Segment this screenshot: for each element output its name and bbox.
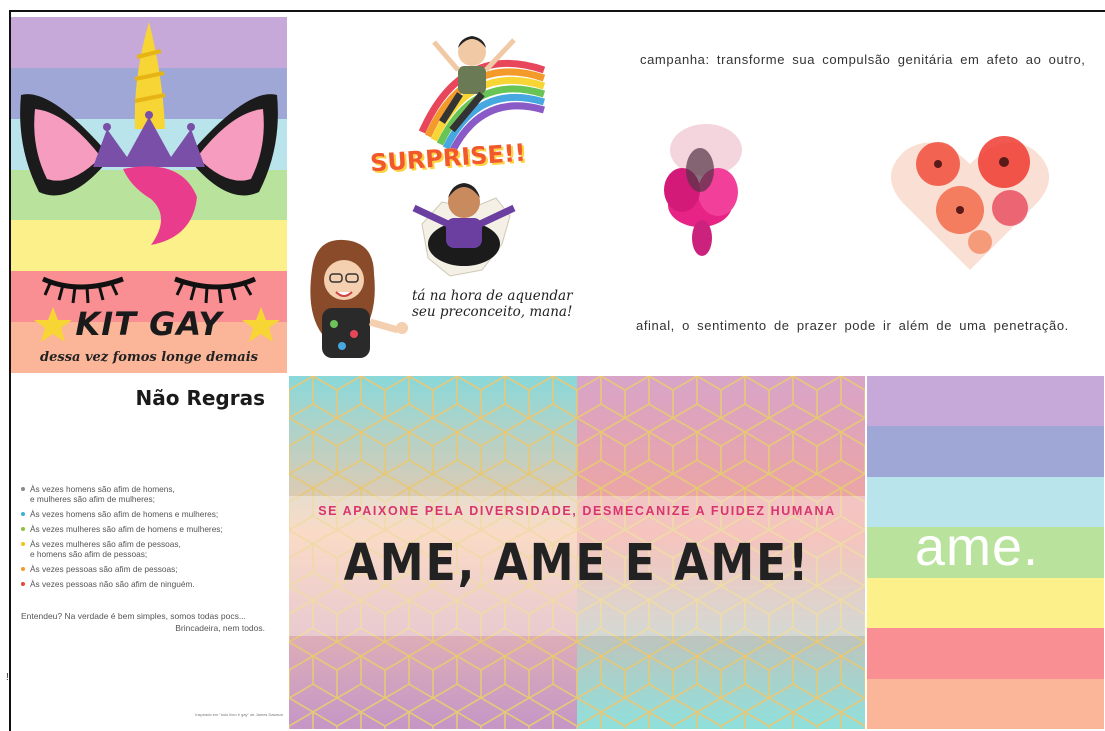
rule-line: Às vezes mulheres são afim de homens e m…	[30, 524, 223, 534]
ending-text-2: Brincadeira, nem todos.	[175, 623, 265, 633]
campaign-text-bottom: afinal, o sentimento de prazer pode ir a…	[636, 318, 1069, 333]
bullet-dot	[21, 542, 25, 546]
bullet-dot	[21, 487, 25, 491]
ame-ame-panel: SE APAIXONE PELA DIVERSIDADE, DESMECANIZ…	[289, 376, 865, 729]
campaign-text-top: campanha: transforme sua compulsão genit…	[640, 52, 1086, 67]
list-item: Às vezes homens são afim de homens e mul…	[21, 509, 281, 519]
bullet-dot	[21, 567, 25, 571]
caption-line-2: seu preconceito, mana!	[412, 304, 573, 320]
rules-list: Às vezes homens são afim de homens, e mul…	[21, 484, 281, 594]
nao-regras-panel: Não Regras Às vezes homens são afim de h…	[11, 376, 287, 729]
flower-illustration	[664, 124, 742, 256]
list-item: Às vezes pessoas não são afim de ninguém…	[21, 579, 281, 589]
bullet-dot	[21, 527, 25, 531]
bitmoji-caption: tá na hora de aquendar seu preconceito, …	[412, 288, 592, 320]
ame-headline: AME, AME E AME!	[343, 534, 811, 593]
side-mark: !	[6, 672, 9, 683]
list-item: Às vezes mulheres são afim de homens e m…	[21, 524, 281, 534]
ending-text-1: Entendeu? Na verdade é bem simples, somo…	[21, 611, 246, 621]
rule-line: e mulheres são afim de mulheres;	[30, 494, 155, 504]
heart-flower-illustration	[890, 136, 1050, 270]
watercolor-flowers	[664, 124, 1050, 270]
list-item: Às vezes homens são afim de homens, e mul…	[21, 484, 281, 504]
kit-gay-panel: KIT GAY dessa vez fomos longe demais	[11, 17, 287, 373]
bitmoji-panel: SURPRISE!! tá na hora de aquendar seu pr…	[282, 12, 582, 372]
rule-line: Às vezes pessoas não são afim de ninguém…	[30, 579, 195, 589]
bullet-dot	[21, 512, 25, 516]
list-item: Às vezes pessoas são afim de pessoas;	[21, 564, 281, 574]
ame-tagline: SE APAIXONE PELA DIVERSIDADE, DESMECANIZ…	[318, 504, 836, 518]
kit-gay-title: KIT GAY	[75, 305, 223, 343]
rule-line: Às vezes homens são afim de homens e mul…	[30, 509, 219, 519]
kit-gay-subtitle: dessa vez fomos longe demais	[40, 350, 258, 365]
rule-line: Às vezes homens são afim de homens,	[30, 484, 175, 494]
list-item: Às vezes mulheres são afim de pessoas, e …	[21, 539, 281, 559]
caption-line-1: tá na hora de aquendar	[412, 288, 573, 304]
rule-line: Às vezes pessoas são afim de pessoas;	[30, 564, 178, 574]
credit-text: Inspirado em "solo livro é gay" de James…	[195, 712, 283, 717]
nao-regras-title: Não Regras	[135, 386, 265, 410]
rule-line: e homens são afim de pessoas;	[30, 549, 148, 559]
bullet-dot	[21, 582, 25, 586]
ame-word: ame.	[915, 517, 1040, 577]
rule-line: Às vezes mulheres são afim de pessoas,	[30, 539, 181, 549]
